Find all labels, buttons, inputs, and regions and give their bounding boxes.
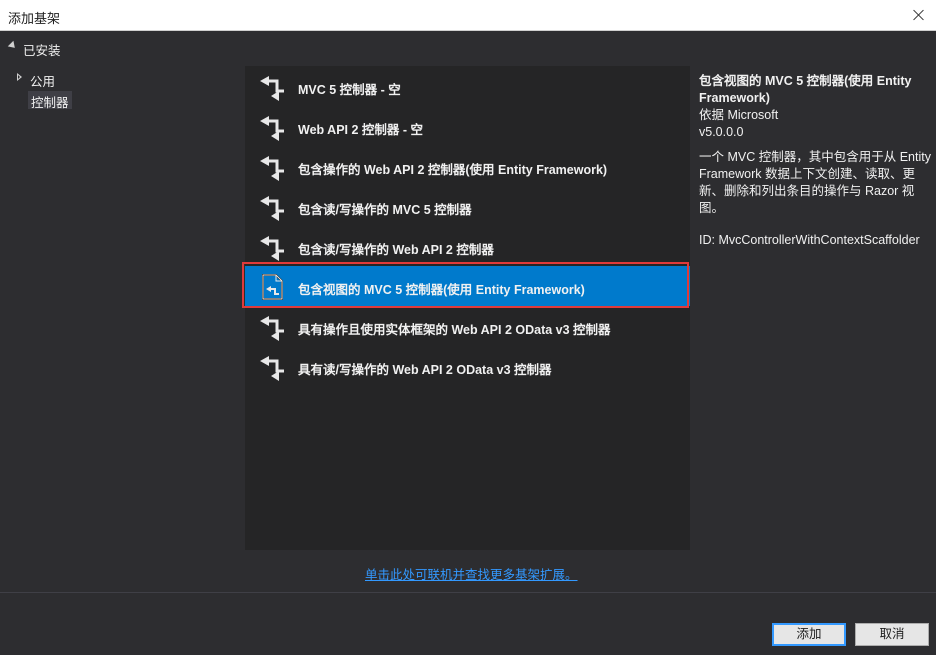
collapsed-arrow-icon[interactable]	[17, 73, 22, 81]
scaffold-item[interactable]: 包含读/写操作的 Web API 2 控制器	[245, 226, 690, 266]
tree-root-label: 已安装	[23, 44, 61, 58]
scaffold-item[interactable]: Web API 2 控制器 - 空	[245, 106, 690, 146]
scaffold-icon	[260, 196, 284, 221]
find-more-scaffolders-link[interactable]: 单击此处可联机并查找更多基架扩展。	[365, 564, 578, 583]
details-panel: 包含视图的 MVC 5 控制器(使用 Entity Framework) 依据 …	[699, 73, 933, 249]
scaffold-item-label: MVC 5 控制器 - 空	[298, 83, 401, 97]
scaffold-item-label: Web API 2 控制器 - 空	[298, 123, 424, 137]
tree-item-controller[interactable]: 控制器	[28, 91, 72, 110]
scaffold-item-label: 具有读/写操作的 Web API 2 OData v3 控制器	[298, 363, 552, 377]
details-description: 一个 MVC 控制器，其中包含用于从 Entity Framework 数据上下…	[699, 150, 931, 215]
scaffold-item-label: 包含操作的 Web API 2 控制器(使用 Entity Framework)	[298, 163, 608, 177]
footer-divider	[0, 592, 936, 593]
selection-highlight-outline	[242, 262, 689, 308]
scaffold-item[interactable]: 具有读/写操作的 Web API 2 OData v3 控制器	[245, 346, 690, 386]
scaffold-item[interactable]: MVC 5 控制器 - 空	[245, 66, 690, 106]
scaffold-item[interactable]: 具有操作且使用实体框架的 Web API 2 OData v3 控制器	[245, 306, 690, 346]
scaffold-icon	[260, 76, 284, 101]
scaffold-icon	[260, 356, 284, 381]
scaffold-icon	[260, 156, 284, 181]
details-author: 依据 Microsoft	[699, 108, 779, 122]
scaffold-icon	[260, 236, 284, 261]
dialog-title: 添加基架	[8, 11, 61, 26]
close-icon[interactable]	[902, 0, 936, 31]
scaffold-item[interactable]: 包含读/写操作的 MVC 5 控制器	[245, 186, 690, 226]
details-version: v5.0.0.0	[699, 125, 744, 139]
scaffold-item-label: 具有操作且使用实体框架的 Web API 2 OData v3 控制器	[298, 323, 611, 337]
scaffold-list: MVC 5 控制器 - 空 Web API 2 控制器 - 空 包含操作的 We…	[245, 66, 690, 550]
scaffold-item-label: 包含读/写操作的 MVC 5 控制器	[298, 203, 472, 217]
scaffold-item[interactable]: 包含操作的 Web API 2 控制器(使用 Entity Framework)	[245, 146, 690, 186]
scaffold-icon	[260, 116, 284, 141]
scaffold-icon	[260, 316, 284, 341]
expanded-arrow-icon[interactable]	[7, 40, 18, 51]
tree-item-label: 公用	[30, 75, 56, 89]
details-id: ID: MvcControllerWithContextScaffolder	[699, 233, 920, 247]
add-button[interactable]: 添加	[772, 623, 846, 646]
details-title: 包含视图的 MVC 5 控制器(使用 Entity Framework)	[699, 74, 912, 105]
cancel-button[interactable]: 取消	[855, 623, 929, 646]
dialog-titlebar: 添加基架	[0, 0, 936, 31]
scaffold-item-label: 包含读/写操作的 Web API 2 控制器	[298, 243, 494, 257]
